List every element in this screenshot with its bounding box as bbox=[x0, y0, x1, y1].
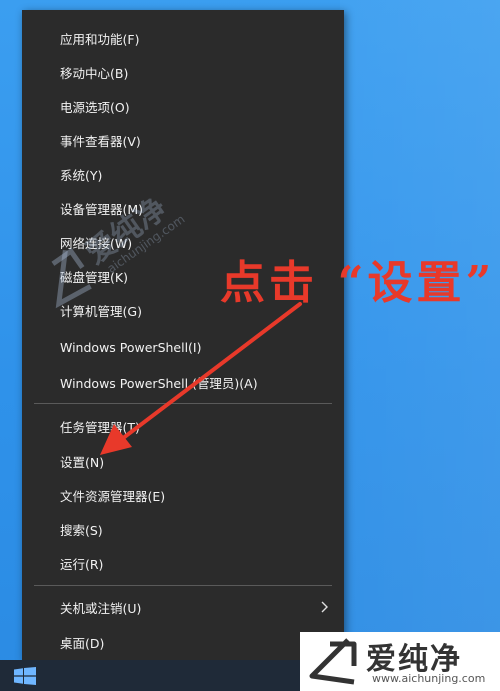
chevron-right-icon bbox=[321, 601, 328, 613]
site-logo-url: www.aichunjing.com bbox=[372, 672, 486, 685]
menu-item-label: 网络连接(W) bbox=[60, 235, 133, 251]
menu-item-label: 系统(Y) bbox=[60, 167, 103, 183]
winx-context-menu: 应用和功能(F) 移动中心(B) 电源选项(O) 事件查看器(V) 系统(Y) … bbox=[22, 10, 344, 660]
menu-item-label: Windows PowerShell(I) bbox=[60, 339, 202, 355]
menu-item-label: 设备管理器(M) bbox=[60, 201, 144, 217]
menu-item-label: 文件资源管理器(E) bbox=[60, 488, 166, 504]
menu-item-event-viewer[interactable]: 事件查看器(V) bbox=[22, 123, 344, 157]
menu-item-apps-features[interactable]: 应用和功能(F) bbox=[22, 21, 344, 55]
menu-item-label: 应用和功能(F) bbox=[60, 31, 140, 47]
site-logo-badge: 爱纯净 www.aichunjing.com bbox=[300, 632, 500, 691]
menu-item-mobility-center[interactable]: 移动中心(B) bbox=[22, 55, 344, 89]
menu-item-settings[interactable]: 设置(N) bbox=[22, 444, 344, 478]
menu-item-label: Windows PowerShell (管理员)(A) bbox=[60, 375, 258, 391]
menu-separator bbox=[34, 403, 332, 404]
menu-item-powershell[interactable]: Windows PowerShell(I) bbox=[22, 330, 344, 364]
menu-item-power-options[interactable]: 电源选项(O) bbox=[22, 89, 344, 123]
menu-item-shutdown-signout[interactable]: 关机或注销(U) bbox=[22, 590, 344, 624]
menu-item-run[interactable]: 运行(R) bbox=[22, 546, 344, 580]
menu-item-label: 电源选项(O) bbox=[60, 99, 130, 115]
menu-item-device-manager[interactable]: 设备管理器(M) bbox=[22, 191, 344, 225]
menu-item-label: 移动中心(B) bbox=[60, 65, 129, 81]
menu-item-label: 关机或注销(U) bbox=[60, 600, 142, 616]
windows-logo-icon[interactable] bbox=[14, 667, 36, 685]
desktop-background bbox=[340, 0, 500, 691]
menu-item-task-manager[interactable]: 任务管理器(T) bbox=[22, 409, 344, 443]
menu-item-label: 设置(N) bbox=[60, 454, 105, 470]
menu-item-label: 运行(R) bbox=[60, 556, 104, 572]
menu-item-system[interactable]: 系统(Y) bbox=[22, 157, 344, 191]
menu-item-powershell-admin[interactable]: Windows PowerShell (管理员)(A) bbox=[22, 365, 344, 399]
menu-item-label: 桌面(D) bbox=[60, 635, 105, 651]
menu-item-label: 计算机管理(G) bbox=[60, 303, 142, 319]
menu-item-label: 磁盘管理(K) bbox=[60, 269, 128, 285]
site-logo-icon bbox=[309, 638, 357, 685]
menu-item-label: 任务管理器(T) bbox=[60, 419, 140, 435]
menu-item-desktop[interactable]: 桌面(D) bbox=[22, 625, 344, 659]
menu-item-label: 搜索(S) bbox=[60, 522, 103, 538]
menu-separator bbox=[34, 585, 332, 586]
menu-item-file-explorer[interactable]: 文件资源管理器(E) bbox=[22, 478, 344, 512]
annotation-click-settings: 点击 “设置” bbox=[220, 256, 496, 309]
menu-item-label: 事件查看器(V) bbox=[60, 133, 141, 149]
menu-item-search[interactable]: 搜索(S) bbox=[22, 512, 344, 546]
